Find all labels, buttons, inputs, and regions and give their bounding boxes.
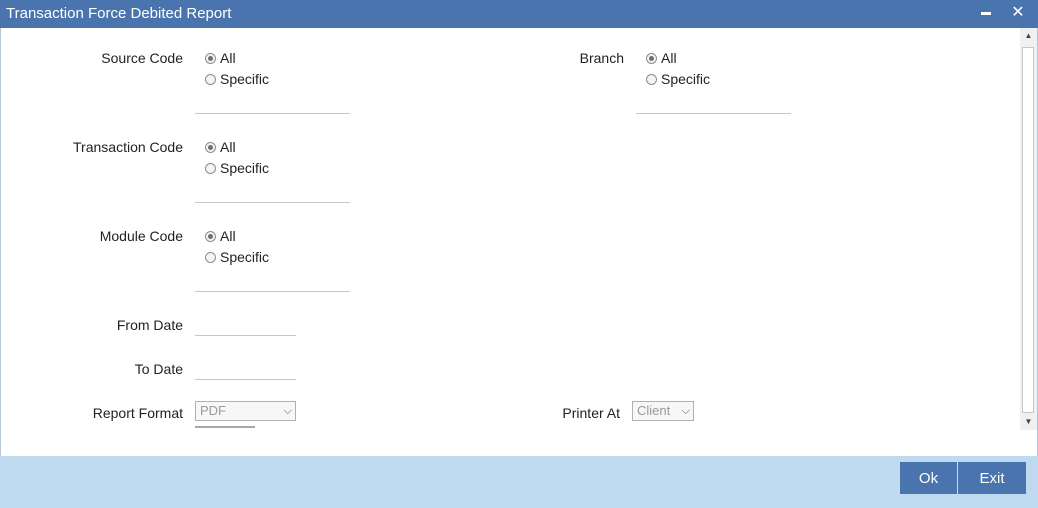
source-code-label: Source Code (101, 50, 183, 66)
ok-button[interactable]: Ok (900, 462, 957, 494)
from-date-input[interactable] (195, 315, 296, 336)
from-date-label: From Date (116, 317, 183, 333)
scrollbar-thumb[interactable] (1022, 47, 1034, 413)
transaction-code-all-radio[interactable]: All (205, 139, 236, 155)
printer-at-select[interactable]: Client ⌵ (632, 401, 694, 421)
close-icon[interactable]: ✕ (1008, 2, 1028, 24)
transaction-code-label: Transaction Code (73, 139, 183, 155)
module-code-label: Module Code (99, 228, 183, 244)
report-format-value: PDF (200, 403, 226, 418)
minimize-icon[interactable]: ▬ (976, 2, 996, 24)
report-format-select[interactable]: PDF ⌵ (195, 401, 296, 421)
vertical-scrollbar[interactable]: ▲ ▼ (1020, 28, 1037, 430)
to-date-input[interactable] (195, 359, 296, 380)
branch-field[interactable] (636, 113, 791, 114)
radio-dot (205, 73, 216, 85)
source-code-specific-radio[interactable]: Specific (205, 71, 269, 87)
report-format-underline (195, 426, 255, 428)
chevron-down-icon: ⌵ (681, 405, 690, 417)
to-date-label: To Date (134, 361, 183, 377)
radio-dot (205, 162, 216, 174)
printer-at-label: Printer At (562, 405, 620, 421)
radio-dot (205, 230, 216, 242)
module-code-all-radio[interactable]: All (205, 228, 236, 244)
scroll-down-arrow-icon[interactable]: ▼ (1020, 417, 1037, 426)
module-code-field[interactable] (195, 291, 350, 292)
source-code-field[interactable] (195, 113, 350, 114)
radio-dot (205, 251, 216, 263)
radio-dot (646, 73, 657, 85)
branch-label: Branch (579, 50, 624, 66)
radio-dot (205, 52, 216, 64)
report-format-label: Report Format (92, 405, 183, 421)
scroll-up-arrow-icon[interactable]: ▲ (1020, 31, 1037, 40)
exit-button[interactable]: Exit (958, 462, 1026, 494)
window-title: Transaction Force Debited Report (6, 5, 232, 22)
transaction-code-field[interactable] (195, 202, 350, 203)
chevron-down-icon: ⌵ (283, 405, 292, 417)
source-code-all-radio[interactable]: All (205, 50, 236, 66)
title-bar: Transaction Force Debited Report ▬ ✕ (0, 0, 1038, 28)
printer-at-value: Client (637, 403, 671, 418)
radio-dot (646, 52, 657, 64)
footer-bar (0, 456, 1038, 508)
radio-dot (205, 141, 216, 153)
transaction-code-specific-radio[interactable]: Specific (205, 160, 269, 176)
branch-all-radio[interactable]: All (646, 50, 677, 66)
branch-specific-radio[interactable]: Specific (646, 71, 710, 87)
module-code-specific-radio[interactable]: Specific (205, 249, 269, 265)
